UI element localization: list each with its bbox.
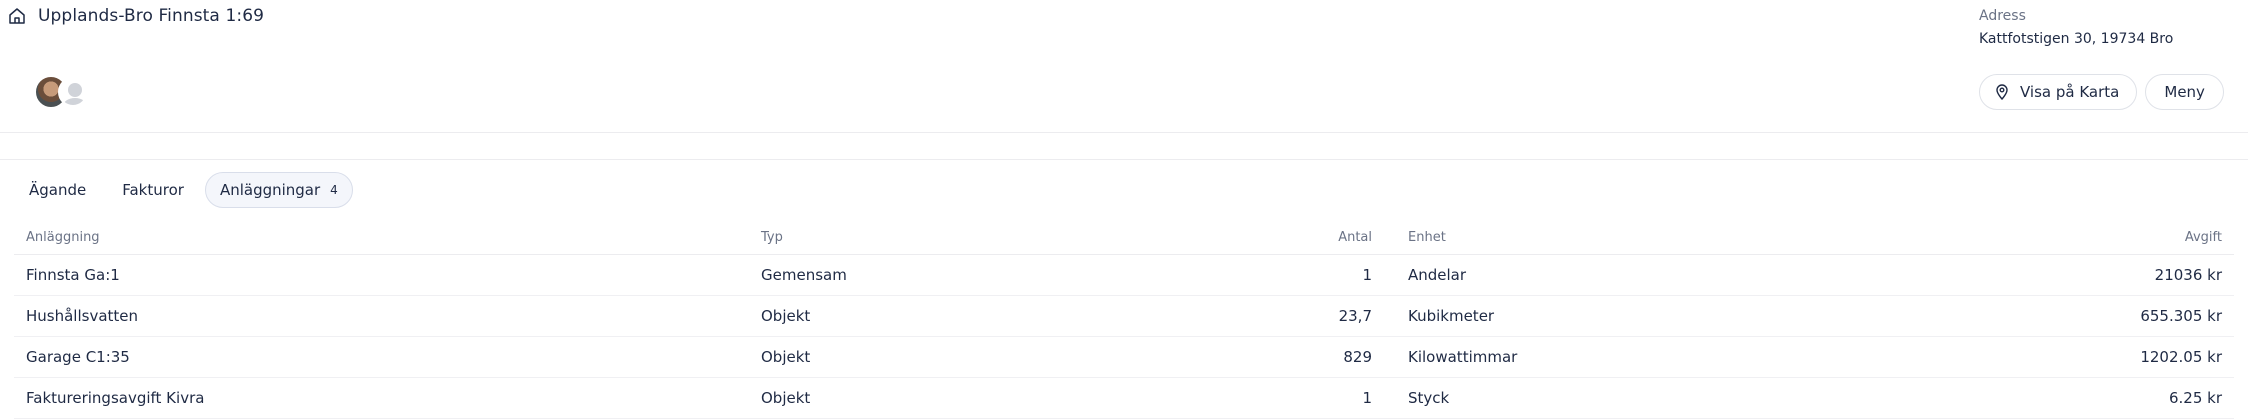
address-label: Adress [1979, 8, 2026, 24]
tab-count-badge: 4 [330, 183, 338, 197]
home-icon[interactable] [8, 7, 26, 25]
cell-antal: 1 [1119, 254, 1384, 296]
divider [0, 159, 2248, 160]
cell-antal: 829 [1119, 336, 1384, 378]
cell-antal: 1 [1119, 377, 1384, 419]
show-map-button[interactable]: Visa på Karta [1979, 74, 2138, 110]
cell-enhet: Andelar [1384, 254, 1934, 296]
show-map-label: Visa på Karta [2020, 83, 2120, 101]
column-header-avgift[interactable]: Avgift [1934, 222, 2234, 255]
cell-enhet: Kilowattimmar [1384, 336, 1934, 378]
avatar-placeholder[interactable] [58, 77, 88, 107]
cell-enhet: Styck [1384, 377, 1934, 419]
table-row[interactable]: Hushållsvatten Objekt 23,7 Kubikmeter 65… [14, 295, 2234, 337]
cell-anlaggning: Faktureringsavgift Kivra [14, 377, 749, 419]
cell-typ: Objekt [749, 377, 1119, 419]
cell-anlaggning: Garage C1:35 [14, 336, 749, 378]
cell-avgift: 21036 kr [1934, 254, 2234, 296]
title-row: Upplands-Bro Finnsta 1:69 [8, 6, 264, 26]
table-row[interactable]: Garage C1:35 Objekt 829 Kilowattimmar 12… [14, 336, 2234, 378]
column-header-antal[interactable]: Antal [1119, 222, 1384, 255]
tab-fakturor[interactable]: Fakturor [107, 172, 199, 208]
tab-agande[interactable]: Ägande [14, 172, 101, 208]
tab-label: Anläggningar [219, 181, 321, 199]
cell-antal: 23,7 [1119, 295, 1384, 337]
cell-anlaggning: Finnsta Ga:1 [14, 254, 749, 296]
address-value: Kattfotstigen 30, 19734 Bro [1979, 31, 2174, 47]
header-actions: Visa på Karta Meny [1979, 74, 2224, 110]
page-title: Upplands-Bro Finnsta 1:69 [38, 6, 265, 26]
page-header: Upplands-Bro Finnsta 1:69 Adress Kattfot… [0, 0, 2248, 133]
avatar-group[interactable] [34, 75, 94, 109]
cell-typ: Objekt [749, 336, 1119, 378]
cell-avgift: 655.305 kr [1934, 295, 2234, 337]
address-block: Adress Kattfotstigen 30, 19734 Bro [1979, 8, 2173, 47]
map-pin-icon [1994, 84, 2010, 100]
tab-label: Ägande [29, 181, 87, 199]
table-row[interactable]: Faktureringsavgift Kivra Objekt 1 Styck … [14, 377, 2234, 419]
tab-bar: Ägande Fakturor Anläggningar 4 [14, 172, 353, 208]
table-header-row: Anläggning Typ Antal Enhet Avgift [14, 222, 2234, 255]
menu-button[interactable]: Meny [2145, 74, 2224, 110]
column-header-anlaggning[interactable]: Anläggning [14, 222, 749, 255]
cell-avgift: 1202.05 kr [1934, 336, 2234, 378]
cell-typ: Objekt [749, 295, 1119, 337]
cell-anlaggning: Hushållsvatten [14, 295, 749, 337]
tab-anlaggningar[interactable]: Anläggningar 4 [204, 172, 353, 208]
column-header-enhet[interactable]: Enhet [1384, 222, 1934, 255]
column-header-typ[interactable]: Typ [749, 222, 1119, 255]
cell-enhet: Kubikmeter [1384, 295, 1934, 337]
cell-typ: Gemensam [749, 254, 1119, 296]
cell-avgift: 6.25 kr [1934, 377, 2234, 419]
table-row[interactable]: Finnsta Ga:1 Gemensam 1 Andelar 21036 kr [14, 254, 2234, 296]
tab-label: Fakturor [122, 181, 184, 199]
facilities-table: Anläggning Typ Antal Enhet Avgift Finnst… [14, 222, 2234, 419]
